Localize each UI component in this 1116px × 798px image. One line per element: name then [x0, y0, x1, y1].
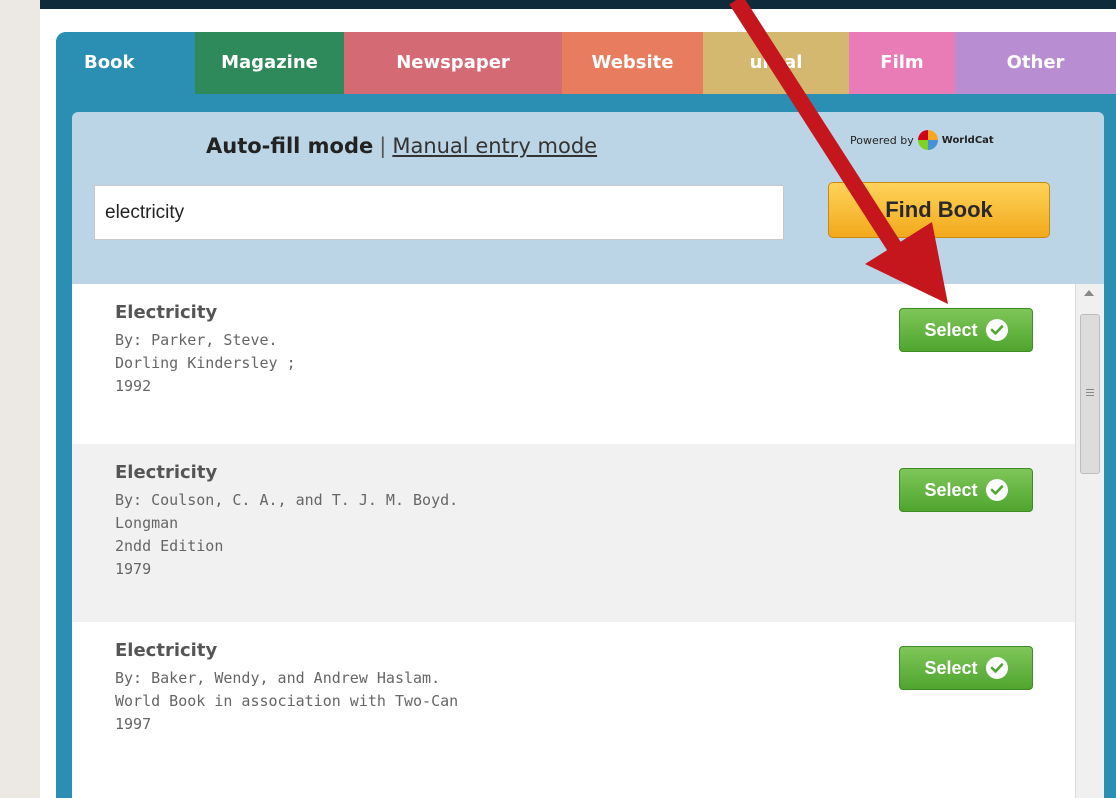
top-bar — [40, 0, 1116, 9]
tab-website[interactable]: Website — [562, 32, 703, 94]
worldcat-brand: WorldCat — [941, 134, 994, 146]
select-label: Select — [924, 479, 978, 500]
results-scrollbar[interactable] — [1075, 284, 1104, 798]
worldcat-logo-icon — [917, 130, 938, 150]
result-publisher: Longman — [115, 514, 179, 532]
select-label: Select — [924, 319, 978, 340]
source-type-tabs: Book Magazine Newspaper Website urnal Fi… — [56, 32, 1116, 94]
select-button[interactable]: Select — [899, 468, 1033, 512]
search-input[interactable] — [94, 185, 784, 240]
powered-by: Powered by WorldCat — [850, 130, 994, 150]
list-item: Electricity By: Coulson, C. A., and T. J… — [72, 444, 1075, 622]
scroll-up-arrow-icon[interactable] — [1084, 290, 1094, 296]
check-circle-icon — [985, 479, 1008, 501]
select-button[interactable]: Select — [899, 308, 1033, 352]
citation-widget: Book Magazine Newspaper Website urnal Fi… — [56, 32, 1116, 798]
results-list: Electricity By: Parker, Steve. Dorling K… — [72, 284, 1104, 798]
list-item: Electricity By: Baker, Wendy, and Andrew… — [72, 622, 1075, 798]
tab-newspaper[interactable]: Newspaper — [344, 32, 562, 94]
search-area: Auto-fill mode | Manual entry mode Powered… — [72, 112, 1104, 284]
result-edition: 2ndd Edition — [115, 537, 224, 555]
list-item: Electricity By: Parker, Steve. Dorling K… — [72, 284, 1075, 444]
result-publisher: Dorling Kindersley ; — [115, 354, 296, 372]
thumb-grip — [1086, 389, 1094, 390]
result-year: 1979 — [115, 560, 152, 578]
auto-fill-mode-label: Auto-fill mode — [206, 134, 374, 158]
find-book-button[interactable]: Find Book — [828, 182, 1050, 238]
citation-panel: Book Magazine Newspaper Website urnal Fi… — [40, 9, 1116, 798]
mode-separator: | — [379, 134, 387, 158]
tab-other[interactable]: Other — [955, 32, 1116, 94]
tab-book[interactable]: Book — [56, 32, 195, 94]
check-circle-icon — [985, 319, 1008, 341]
result-year: 1992 — [115, 377, 152, 395]
select-button[interactable]: Select — [899, 646, 1033, 690]
result-year: 1997 — [115, 715, 152, 733]
tab-journal[interactable]: urnal — [703, 32, 849, 94]
result-publisher: World Book in association with Two-Can — [115, 692, 459, 710]
thumb-grip — [1086, 392, 1094, 393]
manual-entry-mode-link[interactable]: Manual entry mode — [392, 134, 597, 158]
mode-switch: Auto-fill mode | Manual entry mode — [206, 134, 597, 158]
tab-magazine[interactable]: Magazine — [195, 32, 344, 94]
check-circle-icon — [985, 657, 1008, 679]
scrollbar-thumb[interactable] — [1080, 314, 1100, 474]
thumb-grip — [1086, 395, 1094, 396]
select-label: Select — [924, 657, 978, 678]
powered-by-label: Powered by — [850, 133, 914, 147]
tab-film[interactable]: Film — [849, 32, 955, 94]
